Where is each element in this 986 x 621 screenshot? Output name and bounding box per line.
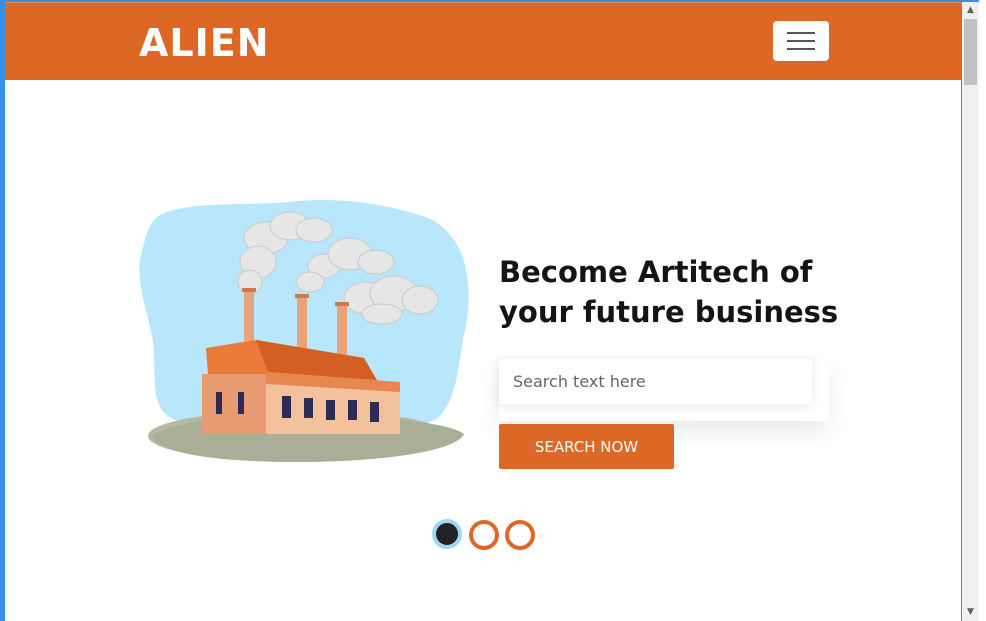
search-input[interactable] xyxy=(499,359,812,404)
vertical-scrollbar[interactable]: ▲ ▼ xyxy=(962,2,979,621)
scroll-down-arrow-icon[interactable]: ▼ xyxy=(962,604,979,621)
search-box xyxy=(499,359,829,421)
window-edge xyxy=(979,0,986,621)
factory-wall-left xyxy=(202,374,266,434)
carousel-dot-3[interactable] xyxy=(505,520,535,550)
carousel-dot-2[interactable] xyxy=(469,520,499,550)
carousel-dot-1[interactable] xyxy=(432,519,462,549)
headline-line-2: your future business xyxy=(499,295,839,329)
brand-logo[interactable]: ALIEN xyxy=(139,21,270,65)
search-now-button[interactable]: SEARCH NOW xyxy=(499,424,674,469)
hero-headline: Become Artitech of your future business xyxy=(499,252,839,332)
headline-line-1: Become Artitech of xyxy=(499,255,813,289)
scroll-up-arrow-icon[interactable]: ▲ xyxy=(962,2,979,19)
browser-window: ALIEN Become Artitech of your future bus… xyxy=(0,0,986,621)
scroll-thumb[interactable] xyxy=(964,19,977,85)
factory-illustration xyxy=(139,199,469,462)
navbar: ALIEN xyxy=(5,2,961,80)
menu-toggle-button[interactable] xyxy=(773,21,829,61)
page-viewport: ALIEN Become Artitech of your future bus… xyxy=(5,2,961,621)
